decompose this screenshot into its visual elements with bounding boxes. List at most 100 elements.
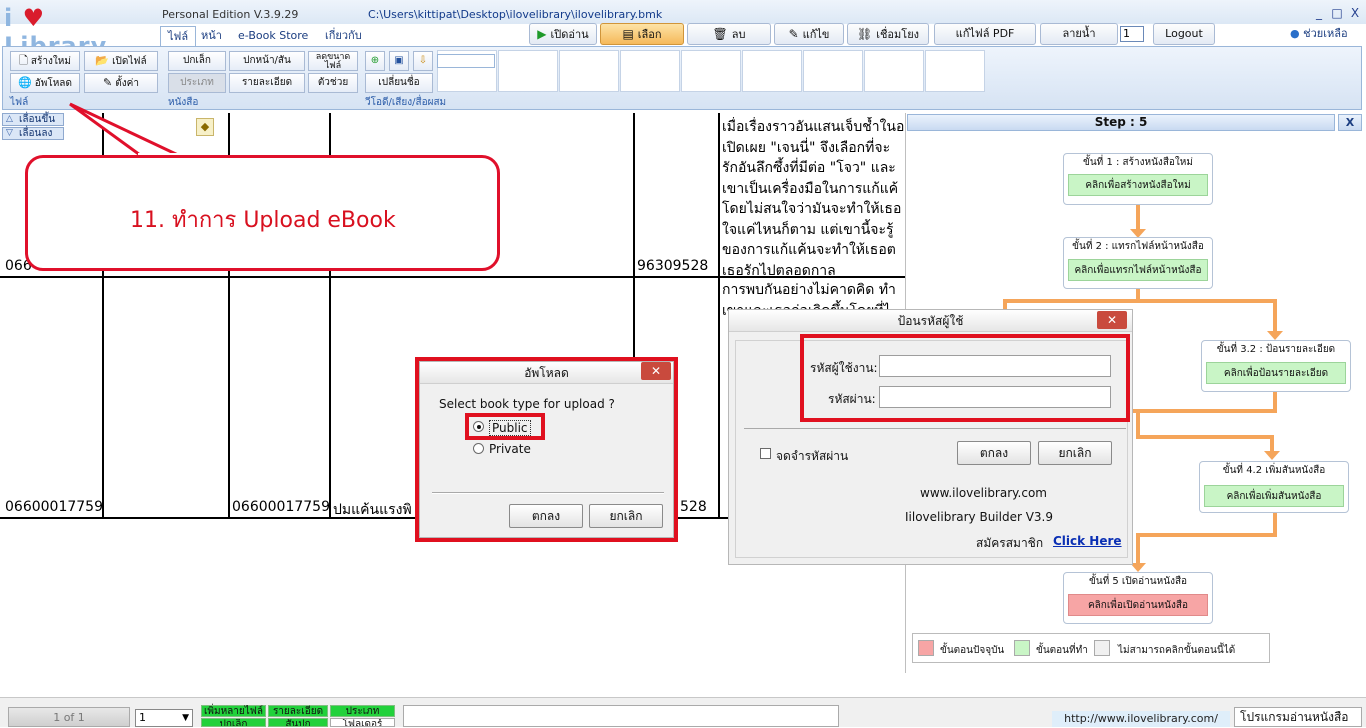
edit-icon: ✎	[788, 27, 799, 41]
step-4-button[interactable]: คลิกเพื่อเพิ่มสันหนังสือ	[1204, 485, 1344, 507]
type-button[interactable]: ประเภท	[168, 73, 226, 93]
delete-button[interactable]: 🗑 ลบ	[687, 23, 771, 45]
media-group-label: วีโอดี/เสียง/สื่อผสม	[365, 97, 447, 108]
tab-about[interactable]: เกี่ยวกับ	[318, 26, 369, 46]
callout-text: 11. ทำการ Upload eBook	[130, 208, 396, 233]
step-2-button[interactable]: คลิกเพื่อแทรกไฟล์หน้าหนังสือ	[1068, 259, 1208, 281]
export-icon[interactable]: ⇩	[413, 51, 433, 71]
zoom-select[interactable]: 1 ▼	[135, 709, 193, 727]
rename-button[interactable]: เปลี่ยนชื่อ	[365, 73, 433, 93]
help-icon: ●	[1290, 27, 1300, 40]
step-5-title: ขั้นที่ 5 เปิดอ่านหนังสือ	[1088, 576, 1188, 587]
edit-button[interactable]: ✎ แก้ไข	[774, 23, 844, 45]
logout-button[interactable]: Logout	[1153, 23, 1215, 45]
media-selector[interactable]	[437, 54, 495, 68]
media-thumbnail[interactable]	[803, 50, 863, 92]
media-thumbnail[interactable]	[864, 50, 924, 92]
remember-checkbox[interactable]	[760, 448, 771, 459]
detail-chip[interactable]: รายละเอียด	[268, 705, 328, 717]
step-close-button[interactable]: X	[1338, 114, 1362, 131]
tab-file[interactable]: ไฟล์	[160, 26, 197, 46]
remember-label: จดจำรหัสผ่าน	[776, 449, 849, 463]
upload-cancel-button[interactable]: ยกเลิก	[589, 504, 663, 528]
restore-button[interactable]: □	[1330, 6, 1344, 20]
divider	[432, 492, 664, 494]
upload-ok-button[interactable]: ตกลง	[509, 504, 583, 528]
shrink-file-button[interactable]: ลดขนาด ไฟล์	[308, 51, 358, 71]
play-icon: ▶	[537, 27, 547, 41]
move-down-button[interactable]: ▽ เลื่อนลง	[2, 127, 64, 140]
reader-program-label[interactable]: โปรแกรมอ่านหนังสือ	[1234, 707, 1362, 727]
file-group-label: ไฟล์	[10, 97, 29, 108]
page-number-input[interactable]: 1	[1120, 26, 1144, 42]
close-app-button[interactable]: X	[1348, 6, 1362, 20]
step-arrow-head	[1264, 451, 1280, 460]
media-thumbnail[interactable]	[559, 50, 619, 92]
new-book-button[interactable]: 🗋 สร้างใหม่	[10, 51, 80, 71]
new-file-icon: 🗋	[19, 54, 28, 67]
upload-prompt: Select book type for upload ?	[439, 397, 615, 411]
small-cover-button[interactable]: ปกเล็ก	[168, 51, 226, 71]
click-here-link[interactable]: Click Here	[1053, 534, 1122, 548]
password-input[interactable]	[879, 386, 1111, 408]
triangle-up-icon: △	[6, 114, 13, 124]
link-icon: ⛓	[856, 27, 873, 41]
media-thumbnail[interactable]	[681, 50, 741, 92]
heart-icon: ♥	[22, 4, 46, 32]
login-close-button[interactable]: ✕	[1097, 311, 1127, 329]
divider	[744, 428, 1126, 429]
save-icon[interactable]: ▣	[389, 51, 409, 71]
status-text-field	[403, 705, 839, 727]
website-link[interactable]: http://www.ilovelibrary.com/	[1052, 711, 1230, 727]
legend-current: ขั้นตอนปัจจุบัน	[940, 645, 1005, 656]
tab-ebook-store[interactable]: e-Book Store	[231, 26, 315, 46]
barcode: 528	[680, 499, 707, 515]
minimize-button[interactable]: _	[1312, 6, 1326, 20]
open-read-button[interactable]: ▶ เปิดอ่าน	[529, 23, 597, 45]
step-arrow	[1136, 533, 1277, 537]
step-arrow	[1273, 299, 1277, 334]
link-button[interactable]: ⛓ เชื่อมโยง	[847, 23, 929, 45]
step-arrow	[1136, 533, 1140, 565]
settings-button[interactable]: ✎ ตั้งค่า	[84, 73, 158, 93]
login-cancel-button[interactable]: ยกเลิก	[1038, 441, 1112, 465]
step-5-button[interactable]: คลิกเพื่อเปิดอ่านหนังสือ	[1068, 594, 1208, 616]
book-title: ปมแค้นแรงพิ	[333, 502, 412, 518]
upload-close-button[interactable]: ✕	[641, 362, 671, 380]
login-ok-button[interactable]: ตกลง	[957, 441, 1031, 465]
barcode: 96309528	[637, 258, 709, 274]
public-radio[interactable]	[473, 421, 484, 432]
step-1-title: ขั้นที่ 1 : สร้างหนังสือใหม่	[1083, 157, 1193, 168]
folder-chip[interactable]: โฟลเดอร์	[330, 718, 395, 727]
small-cover-chip[interactable]: ปกเล็ก	[201, 718, 266, 727]
watermark-button[interactable]: ลายน้ำ	[1040, 23, 1118, 45]
detail-button[interactable]: รายละเอียด	[229, 73, 305, 93]
add-media-icon[interactable]: ⊕	[365, 51, 385, 71]
front-spine-button[interactable]: ปกหน้า/สัน	[229, 51, 305, 71]
move-up-button[interactable]: △ เลื่อนขึ้น	[2, 113, 64, 126]
private-radio[interactable]	[473, 443, 484, 454]
username-input[interactable]	[879, 355, 1111, 377]
tab-page[interactable]: หน้า	[194, 26, 229, 46]
type-chip[interactable]: ประเภท	[330, 705, 395, 717]
media-thumbnail[interactable]	[925, 50, 985, 92]
media-thumbnail[interactable]	[742, 50, 802, 92]
add-multiple-files-chip[interactable]: เพิ่มหลายไฟล์	[201, 705, 266, 717]
help-button[interactable]: ● ช่วยเหลือ	[1290, 23, 1362, 45]
spine-chip[interactable]: สันปก	[268, 718, 328, 727]
step-arrow-head	[1267, 331, 1283, 340]
media-thumbnail[interactable]	[620, 50, 680, 92]
helper-button[interactable]: ตัวช่วย	[308, 73, 358, 93]
upload-button[interactable]: 🌐 อัพโหลด	[10, 73, 80, 93]
legend-swatch-current	[918, 640, 934, 656]
public-label[interactable]: Public	[489, 420, 531, 436]
select-button[interactable]: ▤ เลือก	[600, 23, 684, 45]
step-3-button[interactable]: คลิกเพื่อป้อนรายละเอียด	[1206, 362, 1346, 384]
chevron-down-icon: ▼	[182, 713, 189, 723]
private-label[interactable]: Private	[489, 442, 531, 456]
open-file-button[interactable]: 📂 เปิดไฟล์	[84, 51, 158, 71]
login-dialog-title: ป้อนรหัสผู้ใช้	[729, 310, 1132, 332]
edit-pdf-button[interactable]: แก้ไฟล์ PDF	[934, 23, 1036, 45]
step-1-button[interactable]: คลิกเพื่อสร้างหนังสือใหม่	[1068, 174, 1208, 196]
media-thumbnail[interactable]	[498, 50, 558, 92]
